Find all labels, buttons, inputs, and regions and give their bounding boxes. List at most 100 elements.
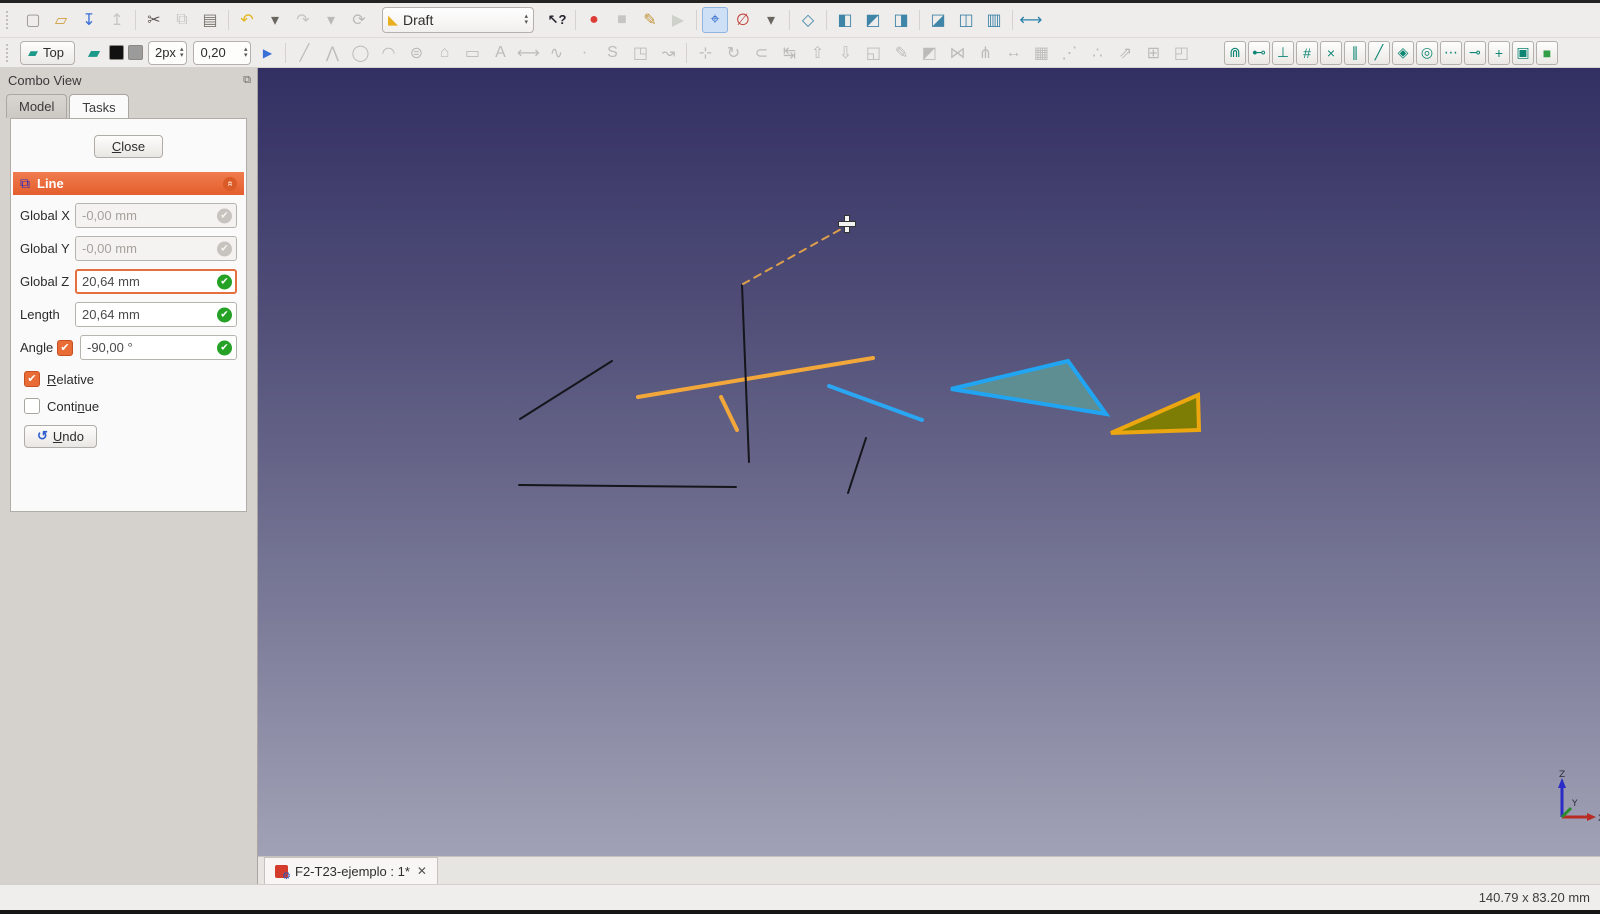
path-array-tool-icon[interactable]: ⋰ bbox=[1056, 40, 1082, 66]
trimex-tool-icon[interactable]: ↹ bbox=[776, 40, 802, 66]
copy-icon[interactable]: ⧉ bbox=[169, 7, 195, 33]
text-tool-icon[interactable]: A bbox=[487, 40, 513, 66]
facebinder-tool-icon[interactable]: ◳ bbox=[627, 40, 653, 66]
undo-menu-icon[interactable]: ▾ bbox=[262, 7, 288, 33]
snap-ortho-icon[interactable]: + bbox=[1488, 40, 1510, 65]
snap-intersection-icon[interactable]: × bbox=[1320, 40, 1342, 65]
angle-input[interactable] bbox=[80, 335, 237, 360]
polyline-tool-icon[interactable]: ⋀ bbox=[319, 40, 345, 66]
open-file-icon[interactable]: ▱ bbox=[48, 7, 74, 33]
snap-extension-icon[interactable]: ╱ bbox=[1368, 40, 1390, 65]
ellipse-tool-icon[interactable]: ⊜ bbox=[403, 40, 429, 66]
save-as-icon[interactable]: ↥ bbox=[104, 7, 130, 33]
join-tool-icon[interactable]: ⋈ bbox=[944, 40, 970, 66]
point-tool-icon[interactable]: ∙ bbox=[571, 40, 597, 66]
link-array-tool-icon[interactable]: ⇗ bbox=[1112, 40, 1138, 66]
rear-view-icon[interactable]: ◪ bbox=[925, 7, 951, 33]
olive-triangle[interactable] bbox=[1110, 391, 1202, 435]
edit-macro-icon[interactable]: ✎ bbox=[637, 7, 663, 33]
line-color-swatch[interactable] bbox=[108, 45, 124, 60]
draw-style-menu-icon[interactable]: ▾ bbox=[758, 7, 784, 33]
fit-all-icon[interactable]: ⌖ bbox=[702, 7, 728, 33]
cut-icon[interactable]: ✂ bbox=[141, 7, 167, 33]
edit-tool-icon[interactable]: ✎ bbox=[888, 40, 914, 66]
spin-down-icon[interactable]: ▾ bbox=[524, 19, 528, 26]
snap-endpoint-icon[interactable]: ⊷ bbox=[1248, 40, 1270, 65]
top-view-icon[interactable]: ◩ bbox=[860, 7, 886, 33]
snap-working-plane-icon[interactable]: ▣ bbox=[1512, 40, 1534, 65]
snap-parallel-icon[interactable]: ∥ bbox=[1344, 40, 1366, 65]
paste-icon[interactable]: ▤ bbox=[197, 7, 223, 33]
black-line-2[interactable] bbox=[518, 484, 737, 488]
snap-special-icon[interactable]: ◈ bbox=[1392, 40, 1414, 65]
redo-icon[interactable]: ↷ bbox=[290, 7, 316, 33]
undo-icon[interactable]: ↶ bbox=[234, 7, 260, 33]
shape2dview-tool-icon[interactable]: ◰ bbox=[1168, 40, 1194, 66]
blue-triangle[interactable] bbox=[950, 358, 1111, 417]
snap-center-icon[interactable]: ◎ bbox=[1416, 40, 1438, 65]
save-icon[interactable]: ↧ bbox=[76, 7, 102, 33]
line-width-spinbox[interactable]: 2px ▴ ▾ bbox=[147, 40, 188, 65]
front-view-icon[interactable]: ◧ bbox=[832, 7, 858, 33]
split-tool-icon[interactable]: ⋔ bbox=[972, 40, 998, 66]
workbench-spinner[interactable]: ▴ ▾ bbox=[524, 13, 528, 26]
offset-tool-icon[interactable]: ⊂ bbox=[748, 40, 774, 66]
global-z-input[interactable] bbox=[75, 269, 237, 294]
close-task-button[interactable]: Close bbox=[93, 135, 164, 158]
line-tool-icon[interactable]: ╱ bbox=[291, 40, 317, 66]
left-view-icon[interactable]: ▥ bbox=[981, 7, 1007, 33]
continue-checkbox[interactable] bbox=[24, 398, 40, 414]
rectangle-tool-icon[interactable]: ▭ bbox=[459, 40, 485, 66]
tab-tasks[interactable]: Tasks bbox=[69, 94, 129, 119]
undo-button[interactable]: ↺ Undo bbox=[24, 425, 97, 448]
apply-style-icon[interactable]: ▶ bbox=[254, 40, 280, 66]
record-macro-icon[interactable]: ● bbox=[581, 7, 607, 33]
arc-tool-icon[interactable]: ◠ bbox=[375, 40, 401, 66]
dimension-tool-icon[interactable]: ⟷ bbox=[515, 40, 541, 66]
spin-down-icon[interactable]: ▾ bbox=[180, 52, 184, 59]
float-panel-icon[interactable]: ⧉ bbox=[243, 74, 251, 87]
tab-model[interactable]: Model bbox=[6, 94, 68, 118]
collapse-section-icon[interactable]: « bbox=[223, 176, 237, 191]
snap-perpendicular-icon[interactable]: ⊥ bbox=[1272, 40, 1294, 65]
bspline-tool-icon[interactable]: ∿ bbox=[543, 40, 569, 66]
redo-menu-icon[interactable]: ▾ bbox=[318, 7, 344, 33]
spin-down-icon[interactable]: ▾ bbox=[244, 52, 248, 59]
workbench-selector[interactable]: ◣ Draft ▴ ▾ bbox=[382, 7, 534, 33]
document-tab[interactable]: ⚙ F2-T23-ejemplo : 1* ✕ bbox=[264, 857, 438, 884]
point-array-tool-icon[interactable]: ∴ bbox=[1084, 40, 1110, 66]
global-y-input[interactable] bbox=[75, 236, 237, 261]
task-section-header[interactable]: ⧉ Line « bbox=[13, 172, 244, 195]
rotate-tool-icon[interactable]: ↻ bbox=[720, 40, 746, 66]
grid-toggle-icon[interactable]: ■ bbox=[1536, 40, 1558, 65]
axonometric-view-icon[interactable]: ◇ bbox=[795, 7, 821, 33]
close-document-icon[interactable]: ✕ bbox=[417, 864, 427, 878]
whats-this-icon[interactable]: ↖? bbox=[544, 7, 570, 33]
global-scale-spinbox[interactable]: 0,20 ▴ ▾ bbox=[193, 40, 252, 65]
black-line-3[interactable] bbox=[847, 437, 867, 494]
relative-checkbox[interactable]: ✔ bbox=[24, 371, 40, 387]
scale-tool-icon[interactable]: ◱ bbox=[860, 40, 886, 66]
clone-tool-icon[interactable]: ⊞ bbox=[1140, 40, 1166, 66]
circle-tool-icon[interactable]: ◯ bbox=[347, 40, 373, 66]
upgrade-tool-icon[interactable]: ⇧ bbox=[804, 40, 830, 66]
blue-line[interactable] bbox=[827, 384, 924, 422]
snap-dimensions-icon[interactable]: ⋯ bbox=[1440, 40, 1462, 65]
angle-lock-checkbox[interactable]: ✔ bbox=[57, 339, 73, 356]
snap-near-icon[interactable]: ⊸ bbox=[1464, 40, 1486, 65]
draw-style-icon[interactable]: ∅ bbox=[730, 7, 756, 33]
black-line-1[interactable] bbox=[519, 360, 613, 420]
toolbar-grip[interactable] bbox=[6, 11, 14, 29]
toolbar-grip[interactable] bbox=[6, 43, 14, 62]
vertical-black-line[interactable] bbox=[741, 284, 750, 463]
length-input[interactable] bbox=[75, 302, 237, 327]
global-scale-spinner[interactable]: ▴ ▾ bbox=[244, 46, 248, 59]
shapestring-tool-icon[interactable]: S bbox=[599, 40, 625, 66]
snap-grid-icon[interactable]: # bbox=[1296, 40, 1318, 65]
preview-dashed-line[interactable] bbox=[742, 227, 844, 285]
move-tool-icon[interactable]: ⊹ bbox=[692, 40, 718, 66]
snap-lock-icon[interactable]: ⋒ bbox=[1224, 40, 1246, 65]
new-file-icon[interactable]: ▢ bbox=[20, 7, 46, 33]
downgrade-tool-icon[interactable]: ⇩ bbox=[832, 40, 858, 66]
orange-line-short[interactable] bbox=[719, 395, 739, 432]
